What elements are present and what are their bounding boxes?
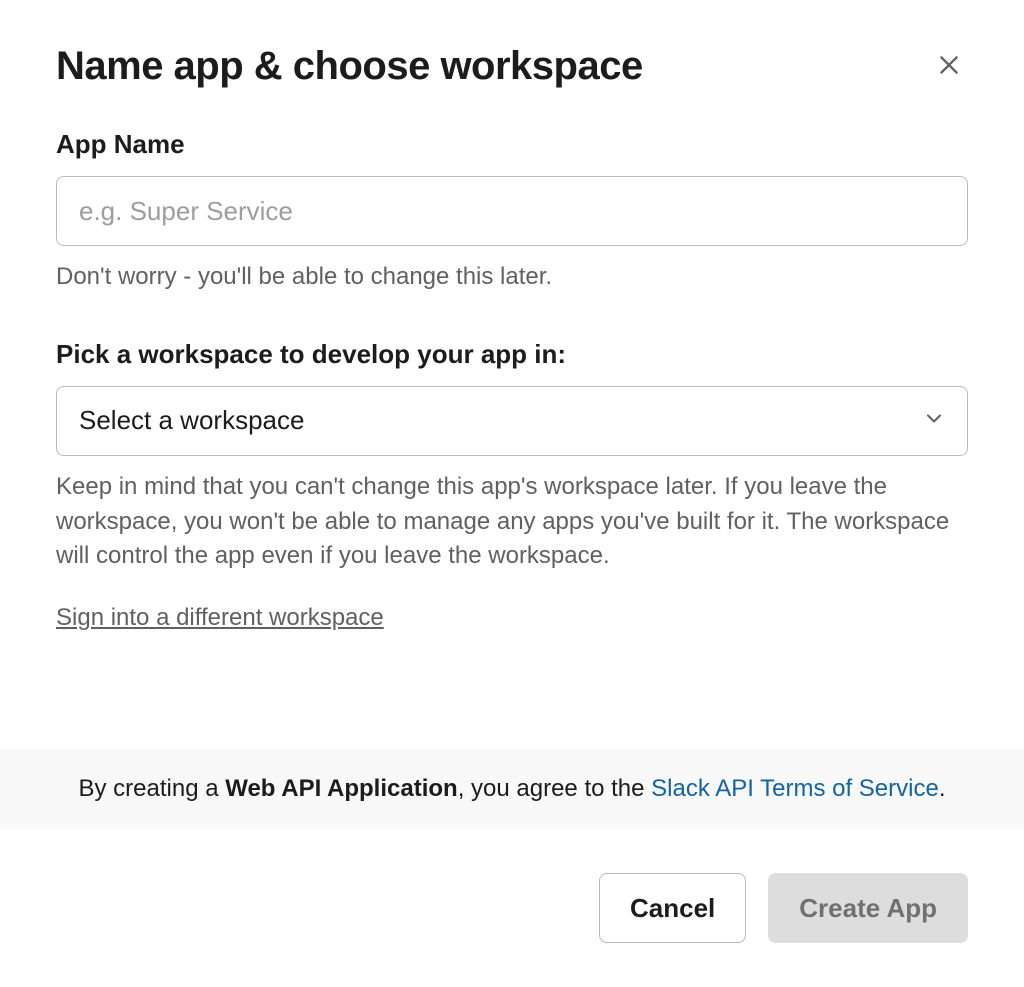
- terms-bar: By creating a Web API Application, you a…: [0, 749, 1024, 829]
- terms-prefix: By creating a: [78, 775, 225, 802]
- close-icon: [936, 52, 962, 81]
- modal-header: Name app & choose workspace: [0, 0, 1024, 89]
- modal-footer: Cancel Create App: [0, 829, 1024, 987]
- cancel-button[interactable]: Cancel: [599, 873, 746, 943]
- app-name-field-group: App Name Don't worry - you'll be able to…: [56, 129, 968, 295]
- app-name-input[interactable]: [56, 176, 968, 246]
- app-name-helper: Don't worry - you'll be able to change t…: [56, 260, 968, 295]
- close-button[interactable]: [930, 46, 968, 87]
- modal-body: App Name Don't worry - you'll be able to…: [0, 89, 1024, 701]
- workspace-select-wrapper: Select a workspace: [56, 386, 968, 456]
- terms-middle: , you agree to the: [458, 775, 651, 802]
- workspace-label: Pick a workspace to develop your app in:: [56, 339, 968, 370]
- signin-different-workspace-link[interactable]: Sign into a different workspace: [56, 604, 384, 632]
- workspace-field-group: Pick a workspace to develop your app in:…: [56, 339, 968, 632]
- workspace-helper: Keep in mind that you can't change this …: [56, 470, 968, 574]
- workspace-select-value: Select a workspace: [79, 405, 304, 436]
- workspace-select[interactable]: Select a workspace: [56, 386, 968, 456]
- modal-title: Name app & choose workspace: [56, 44, 643, 89]
- create-app-button[interactable]: Create App: [768, 873, 968, 943]
- create-app-modal: Name app & choose workspace App Name Don…: [0, 0, 1024, 987]
- app-name-label: App Name: [56, 129, 968, 160]
- terms-bold: Web API Application: [225, 775, 457, 802]
- terms-suffix: .: [939, 775, 946, 802]
- terms-of-service-link[interactable]: Slack API Terms of Service: [651, 775, 939, 802]
